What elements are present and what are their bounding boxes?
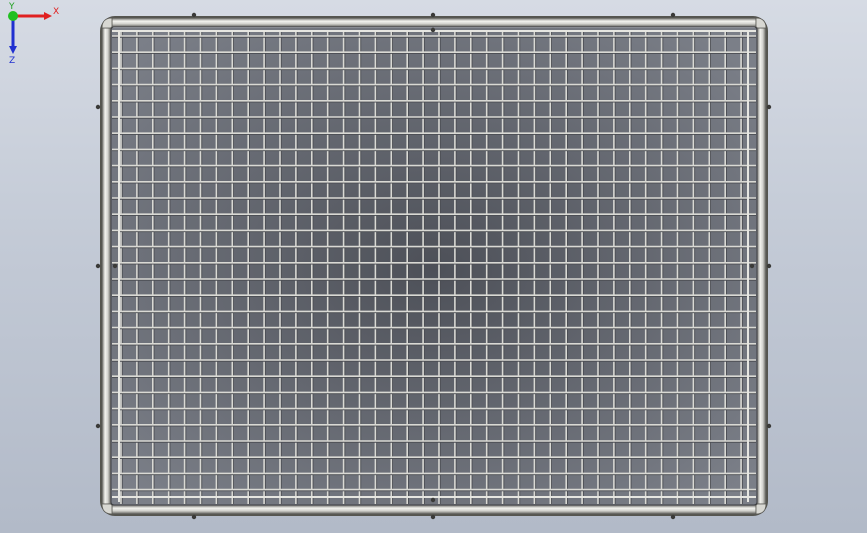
frame-corner	[755, 503, 767, 515]
frame-clip	[430, 497, 436, 503]
x-axis-label: X	[53, 7, 59, 17]
frame-clip	[430, 12, 436, 18]
mesh-panel-model[interactable]	[0, 0, 867, 533]
frame-corner	[101, 503, 113, 515]
frame-corner	[101, 17, 113, 29]
frame-clip	[95, 423, 101, 429]
frame-clip	[95, 104, 101, 110]
frame-clip	[191, 12, 197, 18]
frame-clip	[670, 514, 676, 520]
frame-clip	[766, 263, 772, 269]
y-axis-label: Y	[8, 2, 15, 12]
z-axis-label: Z	[9, 56, 15, 64]
x-axis-arrowhead	[44, 12, 52, 20]
frame-tube	[756, 27, 767, 505]
graphics-viewport[interactable]: X Y Z	[0, 0, 867, 533]
frame-clip	[430, 27, 436, 33]
frame-clip	[766, 104, 772, 110]
frame-tube	[111, 17, 757, 28]
y-axis-dot	[8, 11, 18, 21]
frame-clip	[430, 514, 436, 520]
frame-clip	[95, 263, 101, 269]
frame-corner	[755, 17, 767, 29]
frame-clip	[766, 423, 772, 429]
frame-clip	[191, 514, 197, 520]
frame-clip	[670, 12, 676, 18]
frame-clip	[112, 263, 118, 269]
frame-clip	[749, 263, 755, 269]
reference-triad: X Y Z	[8, 2, 59, 64]
frame-tube	[101, 27, 112, 505]
z-axis-arrowhead	[9, 46, 17, 54]
frame-tube	[111, 504, 757, 515]
